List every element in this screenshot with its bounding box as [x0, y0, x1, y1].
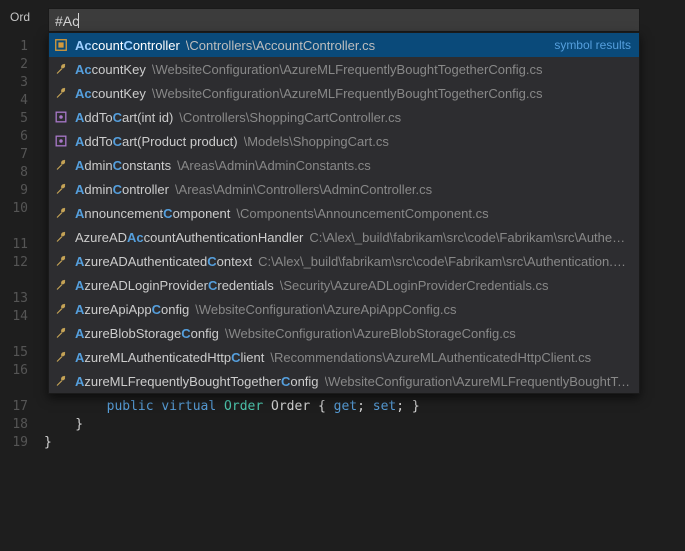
result-name: AzureMLAuthenticatedHttpClient — [75, 350, 264, 365]
result-name: AccountController — [75, 38, 180, 53]
result-row[interactable]: AzureApiAppConfig \WebsiteConfiguration\A… — [49, 297, 639, 321]
result-row[interactable]: AzureMLAuthenticatedHttpClient \Recommend… — [49, 345, 639, 369]
symbol-results-dropdown[interactable]: AccountController \Controllers\AccountCon… — [48, 32, 640, 394]
wrench-icon — [53, 229, 69, 245]
result-name: AccountKey — [75, 62, 146, 77]
result-row[interactable]: AzureMLFrequentlyBoughtTogetherConfig \We… — [49, 369, 639, 393]
result-name: AccountKey — [75, 86, 146, 101]
wrench-icon — [53, 157, 69, 173]
tab-label: Ord — [10, 10, 30, 24]
result-row[interactable]: AzureADAuthenticatedContext C:\Alex\_buil… — [49, 249, 639, 273]
code-line: } — [44, 434, 685, 452]
wrench-icon — [53, 325, 69, 341]
result-path: \Areas\Admin\Controllers\AdminController… — [175, 182, 432, 197]
result-row[interactable]: AddToCart(Product product) \Models\Shoppi… — [49, 129, 639, 153]
result-name: AzureMLFrequentlyBoughtTogetherConfig — [75, 374, 319, 389]
text-caret — [78, 13, 79, 28]
symbol-results-hint: symbol results — [554, 38, 631, 52]
wrench-icon — [53, 301, 69, 317]
result-path: \Security\AzureADLoginProviderCredential… — [280, 278, 549, 293]
method-icon — [53, 133, 69, 149]
result-row[interactable]: AzureADAccountAuthenticationHandler C:\Al… — [49, 225, 639, 249]
result-path: \Controllers\AccountController.cs — [186, 38, 375, 53]
result-row[interactable]: AccountKey \WebsiteConfiguration\AzureMLF… — [49, 81, 639, 105]
result-row[interactable]: AzureADLoginProviderCredentials \Security… — [49, 273, 639, 297]
result-row[interactable]: AccountKey \WebsiteConfiguration\AzureMLF… — [49, 57, 639, 81]
result-name: AzureADAuthenticatedContext — [75, 254, 252, 269]
wrench-icon — [53, 349, 69, 365]
result-name: AzureADLoginProviderCredentials — [75, 278, 274, 293]
result-path: \WebsiteConfiguration\AzureMLFrequentlyB… — [325, 374, 631, 389]
result-name: AddToCart(Product product) — [75, 134, 238, 149]
wrench-icon — [53, 85, 69, 101]
result-path: \WebsiteConfiguration\AzureMLFrequentlyB… — [152, 86, 543, 101]
result-path: \Components\AnnouncementComponent.cs — [236, 206, 488, 221]
wrench-icon — [53, 181, 69, 197]
result-name: AdminConstants — [75, 158, 171, 173]
result-row[interactable]: AddToCart(int id) \Controllers\ShoppingCa… — [49, 105, 639, 129]
wrench-icon — [53, 373, 69, 389]
result-path: \WebsiteConfiguration\AzureApiAppConfig.… — [195, 302, 456, 317]
result-path: \Models\ShoppingCart.cs — [244, 134, 389, 149]
wrench-icon — [53, 61, 69, 77]
code-line: } — [44, 416, 685, 434]
result-row[interactable]: AnnouncementComponent \Components\Announc… — [49, 201, 639, 225]
result-name: AzureBlobStorageConfig — [75, 326, 219, 341]
goto-search-input[interactable]: #Ac — [48, 8, 640, 32]
result-name: AzureADAccountAuthenticationHandler — [75, 230, 303, 245]
result-name: AzureApiAppConfig — [75, 302, 189, 317]
result-path: C:\Alex\_build\fabrikam\src\code\Fabrika… — [309, 230, 631, 245]
result-name: AdminController — [75, 182, 169, 197]
wrench-icon — [53, 253, 69, 269]
wrench-icon — [53, 205, 69, 221]
result-path: \Recommendations\AzureMLAuthenticatedHtt… — [270, 350, 591, 365]
line-number-gutter: 12345678910111213141516171819 — [0, 38, 38, 551]
result-path: \WebsiteConfiguration\AzureMLFrequentlyB… — [152, 62, 543, 77]
code-line: public virtual Order Order { get; set; } — [44, 398, 685, 416]
result-name: AddToCart(int id) — [75, 110, 173, 125]
result-path: C:\Alex\_build\fabrikam\src\code\Fabrika… — [258, 254, 631, 269]
result-path: \Controllers\ShoppingCartController.cs — [179, 110, 401, 125]
result-row[interactable]: AdminController \Areas\Admin\Controllers\… — [49, 177, 639, 201]
wrench-icon — [53, 277, 69, 293]
method-icon — [53, 109, 69, 125]
result-row[interactable]: AzureBlobStorageConfig \WebsiteConfigurat… — [49, 321, 639, 345]
class-icon — [53, 37, 69, 53]
result-name: AnnouncementComponent — [75, 206, 230, 221]
search-query-text: #Ac — [55, 13, 79, 29]
result-row[interactable]: AdminConstants \Areas\Admin\AdminConstant… — [49, 153, 639, 177]
result-path: \WebsiteConfiguration\AzureBlobStorageCo… — [225, 326, 516, 341]
result-row[interactable]: AccountController \Controllers\AccountCon… — [49, 33, 639, 57]
result-path: \Areas\Admin\AdminConstants.cs — [177, 158, 371, 173]
